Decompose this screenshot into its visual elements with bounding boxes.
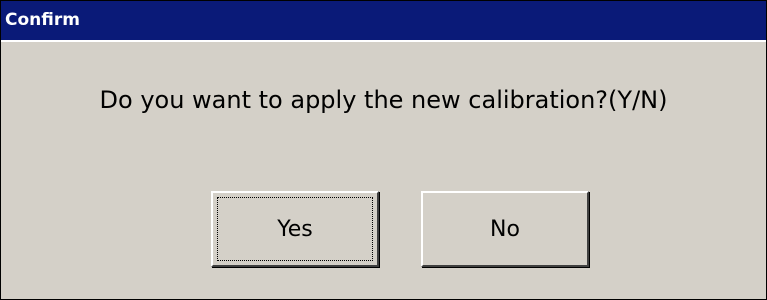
title-bar: Confirm bbox=[1, 1, 766, 42]
dialog-title: Confirm bbox=[5, 10, 80, 30]
confirm-dialog: Confirm Do you want to apply the new cal… bbox=[0, 0, 767, 300]
yes-button-label: Yes bbox=[277, 216, 313, 242]
no-button[interactable]: No bbox=[421, 191, 589, 267]
yes-button[interactable]: Yes bbox=[211, 191, 379, 267]
dialog-message: Do you want to apply the new calibration… bbox=[99, 86, 668, 114]
no-button-label: No bbox=[490, 216, 520, 242]
